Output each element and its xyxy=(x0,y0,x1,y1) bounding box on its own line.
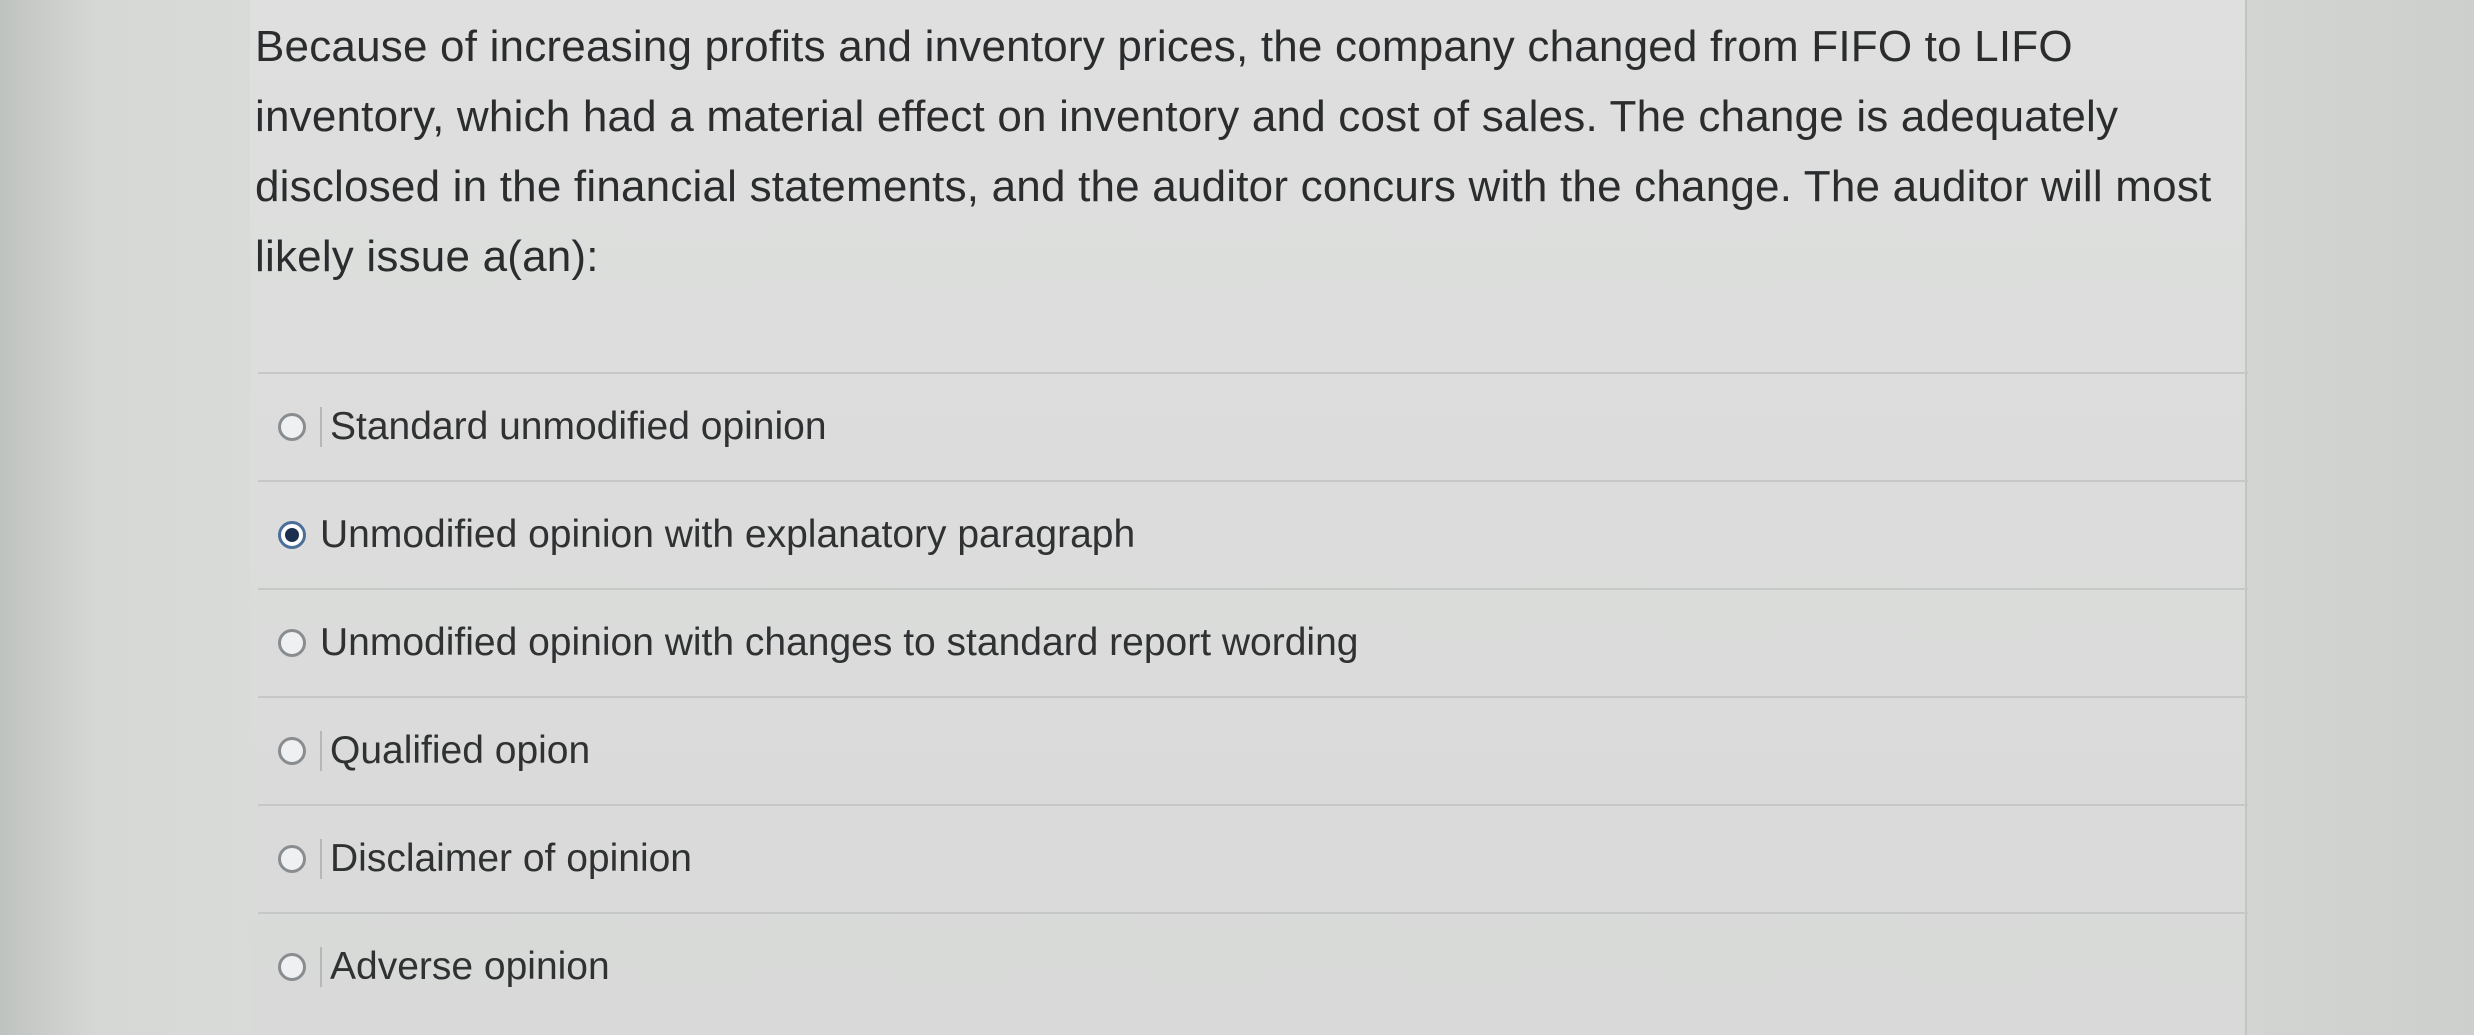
option-divider xyxy=(320,839,322,879)
option-label: Unmodified opinion with changes to stand… xyxy=(320,621,1359,664)
radio-button-icon[interactable] xyxy=(278,629,306,657)
option-divider xyxy=(320,731,322,771)
radio-button-icon[interactable] xyxy=(278,413,306,441)
question-text: Because of increasing profits and invent… xyxy=(255,22,2212,281)
option-label: Qualified opion xyxy=(330,729,591,772)
option-label: Disclaimer of opinion xyxy=(330,837,692,880)
option-adverse[interactable]: Adverse opinion xyxy=(258,912,2248,1020)
option-label: Unmodified opinion with explanatory para… xyxy=(320,513,1136,556)
radio-button-icon[interactable] xyxy=(278,845,306,873)
radio-button-icon[interactable] xyxy=(278,953,306,981)
option-unmodified-explanatory[interactable]: Unmodified opinion with explanatory para… xyxy=(258,480,2248,588)
answer-options: Standard unmodified opinion Unmodified o… xyxy=(258,372,2248,1020)
option-qualified[interactable]: Qualified opion xyxy=(258,696,2248,804)
option-standard-unmodified[interactable]: Standard unmodified opinion xyxy=(258,372,2248,480)
radio-button-icon[interactable] xyxy=(278,737,306,765)
screen-left-margin xyxy=(0,0,250,1035)
option-label: Adverse opinion xyxy=(330,945,610,988)
option-divider xyxy=(320,407,322,447)
option-label: Standard unmodified opinion xyxy=(330,405,827,448)
screen-right-margin xyxy=(2245,0,2474,1035)
radio-button-selected-icon[interactable] xyxy=(278,521,306,549)
option-disclaimer[interactable]: Disclaimer of opinion xyxy=(258,804,2248,912)
option-unmodified-changes-wording[interactable]: Unmodified opinion with changes to stand… xyxy=(258,588,2248,696)
option-divider xyxy=(320,947,322,987)
